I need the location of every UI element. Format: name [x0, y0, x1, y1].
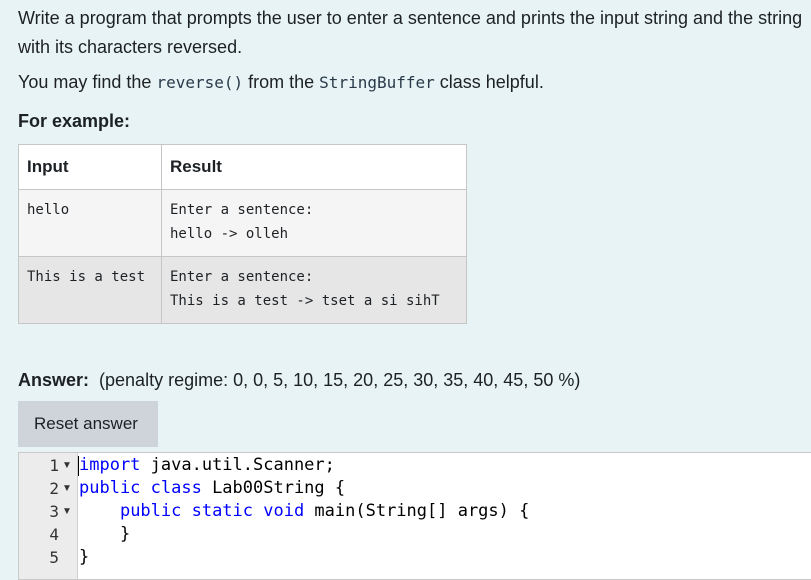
hint-method: reverse(): [156, 73, 244, 92]
code-text: }: [79, 547, 90, 567]
example-input: This is a test: [18, 256, 162, 324]
code-text: java.util.Scanner;: [140, 455, 335, 475]
code-text: Lab00String {: [201, 478, 346, 498]
code-text: }: [119, 524, 131, 544]
penalty-regime: (penalty regime: 0, 0, 5, 10, 15, 20, 25…: [99, 370, 581, 390]
code-line[interactable]: import java.util.Scanner;: [79, 455, 335, 475]
code-line[interactable]: }: [79, 547, 89, 567]
code-line[interactable]: public static void main(String[] args) {: [79, 501, 529, 521]
fold-arrow-icon[interactable]: ▼: [62, 506, 72, 517]
for-example-heading: For example:: [18, 111, 131, 131]
code-keyword: public class: [79, 478, 202, 498]
example-input: hello: [18, 189, 162, 257]
code-line[interactable]: public class Lab00String {: [79, 478, 345, 498]
example-result: Enter a sentence: This is a test -> tset…: [161, 256, 467, 324]
header-result: Result: [161, 144, 467, 190]
examples-table: Input Result hello Enter a sentence: hel…: [18, 144, 467, 324]
line-number: 3: [49, 502, 59, 521]
question-hint: You may find the reverse() from the Stri…: [18, 68, 544, 97]
answer-line: Answer: (penalty regime: 0, 0, 5, 10, 15…: [18, 366, 580, 394]
code-text: main(String[] args) {: [304, 501, 530, 521]
line-number: 5: [49, 548, 59, 567]
line-number: 4: [49, 525, 59, 544]
code-keyword: public static void: [119, 501, 305, 521]
hint-mid: from the: [243, 72, 320, 92]
hint-pre: You may find the: [18, 72, 157, 92]
example-result: Enter a sentence: hello -> olleh: [161, 189, 467, 257]
line-number: 1: [49, 456, 59, 475]
question-text: Write a program that prompts the user to…: [18, 8, 803, 57]
code-editor[interactable]: 1 ▼ 2 ▼ 3 ▼ 4 5 import java.util.Scanner…: [18, 452, 811, 580]
hint-post: class helpful.: [434, 72, 544, 92]
code-line[interactable]: }: [79, 524, 130, 544]
header-input: Input: [18, 144, 162, 190]
table-row: hello Enter a sentence: hello -> olleh: [18, 189, 467, 257]
fold-arrow-icon[interactable]: ▼: [62, 460, 72, 471]
code-keyword: import: [79, 455, 141, 475]
reset-answer-button[interactable]: Reset answer: [18, 401, 158, 447]
table-row: This is a test Enter a sentence: This is…: [18, 256, 467, 324]
line-number: 2: [49, 479, 59, 498]
fold-arrow-icon[interactable]: ▼: [62, 483, 72, 494]
answer-label: Answer:: [18, 370, 90, 390]
hint-class: StringBuffer: [319, 73, 435, 92]
